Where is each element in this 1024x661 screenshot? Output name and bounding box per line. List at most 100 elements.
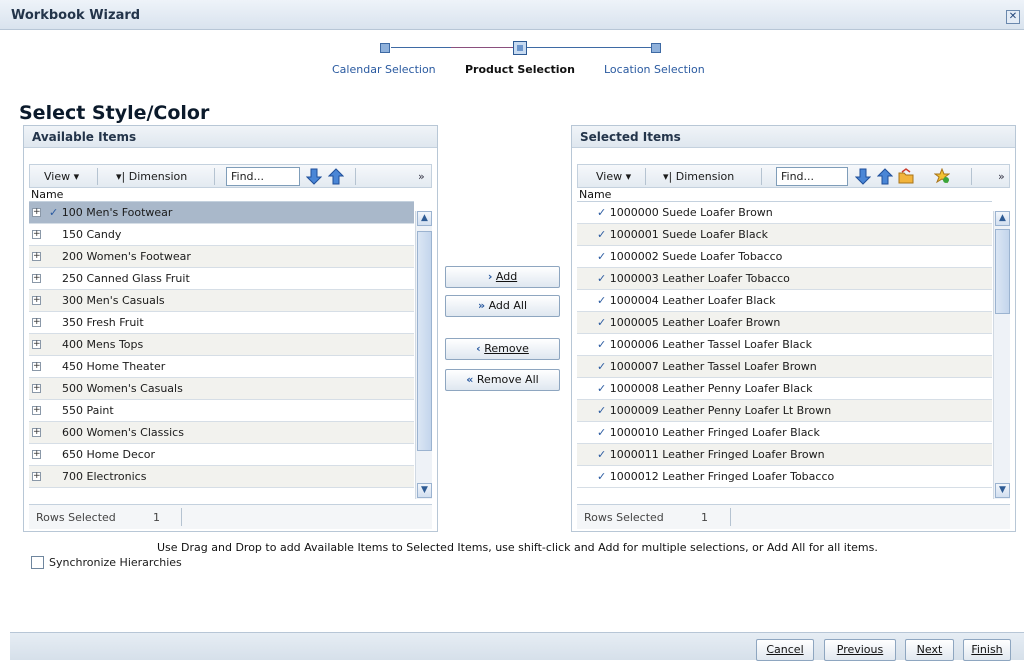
list-item[interactable]: ✓ 1000002 Suede Loafer Tobacco (577, 246, 992, 268)
dimension-menu[interactable]: ▾| Dimension (116, 170, 187, 183)
check-icon: ✓ (597, 228, 607, 241)
arrow-down-icon[interactable] (306, 168, 322, 185)
finish-button[interactable]: Finish (963, 639, 1011, 661)
expand-icon[interactable]: + (32, 252, 41, 261)
list-item[interactable]: ✓ 1000008 Leather Penny Loafer Black (577, 378, 992, 400)
list-item[interactable]: +550 Paint (29, 400, 414, 422)
train-step-calendar[interactable]: Calendar Selection (332, 63, 436, 76)
view-menu[interactable]: View ▾ (44, 170, 79, 183)
remove-all-label: Remove All (476, 373, 539, 386)
column-header-name[interactable]: Name (29, 188, 414, 202)
list-item[interactable]: + ✓ 100 Men's Footwear (29, 202, 414, 224)
page-title: Select Style/Color (19, 102, 210, 124)
favorite-add-icon[interactable] (934, 168, 950, 185)
list-item[interactable]: ✓ 1000003 Leather Loafer Tobacco (577, 268, 992, 290)
column-header-name[interactable]: Name (577, 188, 992, 202)
title-bar: Workbook Wizard ✕ (0, 0, 1024, 30)
check-icon: ✓ (597, 426, 607, 439)
arrow-up-icon[interactable] (877, 168, 893, 185)
overflow-icon[interactable]: » (998, 170, 1005, 183)
check-icon: ✓ (597, 338, 607, 351)
train-connector (527, 47, 653, 48)
arrow-down-icon[interactable] (855, 168, 871, 185)
window-title: Workbook Wizard (11, 8, 141, 23)
footer-bar: Cancel Previous Next Finish (10, 632, 1024, 661)
scroll-thumb[interactable] (417, 231, 432, 451)
scroll-down-icon[interactable]: ▼ (417, 483, 432, 498)
list-item[interactable]: ✓ 1000010 Leather Fringed Loafer Black (577, 422, 992, 444)
add-button[interactable]: › Add (445, 266, 560, 288)
scroll-up-icon[interactable]: ▲ (417, 211, 432, 226)
arrow-up-icon[interactable] (328, 168, 344, 185)
next-button[interactable]: Next (905, 639, 954, 661)
list-item[interactable]: +450 Home Theater (29, 356, 414, 378)
train-step-location[interactable]: Location Selection (604, 63, 705, 76)
list-item[interactable]: +650 Home Decor (29, 444, 414, 466)
expand-icon[interactable]: + (32, 384, 41, 393)
list-item[interactable]: ✓ 1000004 Leather Loafer Black (577, 290, 992, 312)
remove-button[interactable]: ‹ Remove (445, 338, 560, 360)
list-item[interactable]: ✓ 1000011 Leather Fringed Loafer Brown (577, 444, 992, 466)
list-item[interactable]: ✓ 1000000 Suede Loafer Brown (577, 202, 992, 224)
list-item[interactable]: ✓ 1000007 Leather Tassel Loafer Brown (577, 356, 992, 378)
close-icon[interactable]: ✕ (1006, 10, 1020, 24)
list-item[interactable]: +500 Women's Casuals (29, 378, 414, 400)
check-icon: ✓ (597, 470, 607, 483)
previous-button[interactable]: Previous (824, 639, 896, 661)
list-item[interactable]: ✓ 1000005 Leather Loafer Brown (577, 312, 992, 334)
view-menu[interactable]: View ▾ (596, 170, 631, 183)
list-item[interactable]: ✓ 1000001 Suede Loafer Black (577, 224, 992, 246)
selected-scrollbar[interactable]: ▲ ▼ (993, 211, 1010, 499)
scroll-down-icon[interactable]: ▼ (995, 483, 1010, 498)
item-label: 650 Home Decor (62, 448, 156, 461)
find-input[interactable]: Find... (776, 167, 848, 186)
folder-icon[interactable] (898, 168, 914, 185)
add-all-button[interactable]: » Add All (445, 295, 560, 317)
train-node-product (513, 41, 527, 55)
synchronize-checkbox[interactable] (31, 556, 44, 569)
synchronize-label[interactable]: Synchronize Hierarchies (49, 556, 182, 569)
list-item[interactable]: ✓ 1000012 Leather Fringed Loafer Tobacco (577, 466, 992, 488)
find-input[interactable]: Find... (226, 167, 300, 186)
available-scrollbar[interactable]: ▲ ▼ (415, 211, 432, 499)
double-chevron-left-icon: « (466, 373, 474, 386)
chevron-down-icon: ▾ (116, 170, 122, 183)
expand-icon[interactable]: + (32, 450, 41, 459)
expand-icon[interactable]: + (32, 318, 41, 327)
item-label: 1000008 Leather Penny Loafer Black (609, 382, 813, 395)
list-item[interactable]: +200 Women's Footwear (29, 246, 414, 268)
list-item[interactable]: ✓ 1000006 Leather Tassel Loafer Black (577, 334, 992, 356)
list-item[interactable]: ✓ 1000009 Leather Penny Loafer Lt Brown (577, 400, 992, 422)
list-item[interactable]: +300 Men's Casuals (29, 290, 414, 312)
overflow-icon[interactable]: » (418, 170, 425, 183)
expand-icon[interactable]: + (32, 472, 41, 481)
expand-icon[interactable]: + (32, 274, 41, 283)
train-node-location[interactable] (651, 43, 661, 53)
cancel-button[interactable]: Cancel (756, 639, 814, 661)
expand-icon[interactable]: + (32, 362, 41, 371)
list-item[interactable]: +600 Women's Classics (29, 422, 414, 444)
list-item[interactable]: +150 Candy (29, 224, 414, 246)
expand-icon[interactable]: + (32, 406, 41, 415)
list-item[interactable]: +400 Mens Tops (29, 334, 414, 356)
dimension-label: Dimension (128, 170, 188, 183)
expand-icon[interactable]: + (32, 230, 41, 239)
expand-icon[interactable]: + (32, 340, 41, 349)
item-label: 550 Paint (62, 404, 114, 417)
expand-icon[interactable]: + (32, 428, 41, 437)
remove-all-button[interactable]: « Remove All (445, 369, 560, 391)
item-label: 1000009 Leather Penny Loafer Lt Brown (609, 404, 832, 417)
item-label: 1000001 Suede Loafer Black (609, 228, 768, 241)
list-item[interactable]: +250 Canned Glass Fruit (29, 268, 414, 290)
chevron-left-icon: ‹ (476, 342, 481, 355)
list-item[interactable]: +700 Electronics (29, 466, 414, 488)
scroll-thumb[interactable] (995, 229, 1010, 314)
dimension-menu[interactable]: ▾| Dimension (663, 170, 734, 183)
toolbar-separator (214, 168, 215, 185)
expand-icon[interactable]: + (32, 208, 41, 217)
expand-icon[interactable]: + (32, 296, 41, 305)
train-node-calendar[interactable] (380, 43, 390, 53)
list-item[interactable]: +350 Fresh Fruit (29, 312, 414, 334)
scroll-up-icon[interactable]: ▲ (995, 211, 1010, 226)
check-icon: ✓ (597, 294, 607, 307)
